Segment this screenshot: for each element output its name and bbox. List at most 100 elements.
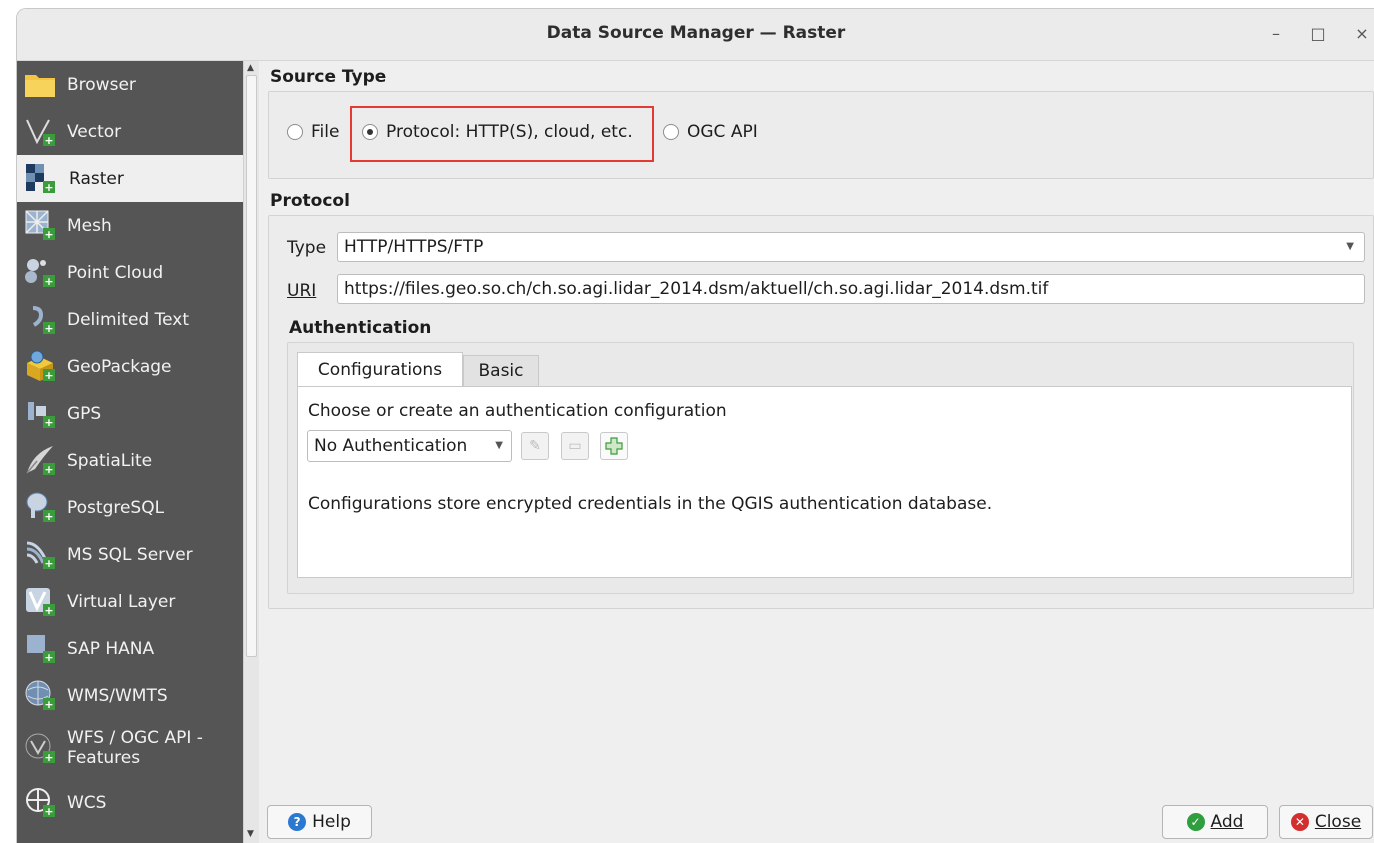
sidebar-item-label: WMS/WMTS <box>67 685 168 706</box>
help-button-label: Help <box>312 812 351 832</box>
sidebar-item-postgresql[interactable]: + PostgreSQL <box>17 484 243 531</box>
close-button-label: Close <box>1314 812 1362 832</box>
edit-auth-button[interactable]: ✎ <box>521 432 549 460</box>
radio-file-label: File <box>311 122 340 142</box>
sidebar-item-wcs[interactable]: + WCS <box>17 779 243 826</box>
chevron-down-icon: ▼ <box>495 440 503 451</box>
auth-info-text: Configurations store encrypted credentia… <box>308 494 993 514</box>
add-button-label: Add <box>1210 812 1244 832</box>
sidebar-item-label: Raster <box>69 168 124 189</box>
sidebar-item-label: MS SQL Server <box>67 544 193 565</box>
point-cloud-icon: + <box>25 259 55 288</box>
minus-icon: ▭ <box>568 438 582 454</box>
scroll-down-arrow-icon[interactable]: ▼ <box>247 829 254 839</box>
radio-protocol-indicator[interactable] <box>362 124 378 140</box>
minimize-button[interactable]: – <box>1265 23 1287 45</box>
add-auth-button[interactable] <box>600 432 628 460</box>
svg-text:+: + <box>44 604 53 617</box>
svg-text:+: + <box>44 275 53 288</box>
uri-value: https://files.geo.so.ch/ch.so.agi.lidar_… <box>344 279 1049 299</box>
sidebar-item-label: Point Cloud <box>67 262 164 283</box>
tab-basic[interactable]: Basic <box>463 355 539 386</box>
svg-text:+: + <box>44 651 53 664</box>
sidebar-item-gps[interactable]: + GPS <box>17 390 243 437</box>
radio-protocol-label: Protocol: HTTP(S), cloud, etc. <box>386 122 633 142</box>
folder-icon <box>25 75 55 97</box>
sidebar-item-label: Virtual Layer <box>67 591 176 612</box>
mesh-icon: + <box>25 210 55 241</box>
sidebar-item-wfs[interactable]: + WFS / OGC API - Features <box>17 719 243 777</box>
sidebar-item-label: Delimited Text <box>67 309 189 330</box>
virtual-layer-icon: + <box>26 588 55 617</box>
sidebar-item-mesh[interactable]: + Mesh <box>17 202 243 249</box>
window-title: Data Source Manager — Raster <box>546 23 846 43</box>
authentication-title: Authentication <box>289 318 432 338</box>
radio-ogc-api-indicator[interactable] <box>663 124 679 140</box>
sidebar-item-label: Browser <box>67 74 136 95</box>
auth-config-value: No Authentication <box>314 436 468 456</box>
sidebar-item-browser[interactable]: Browser <box>17 61 243 108</box>
mssql-icon: + <box>26 541 55 570</box>
sidebar-item-geopackage[interactable]: + GeoPackage <box>17 343 243 390</box>
maximize-button[interactable]: □ <box>1307 23 1329 45</box>
protocol-title: Protocol <box>270 191 350 211</box>
scrollbar-thumb[interactable] <box>246 75 257 657</box>
scroll-up-arrow-icon[interactable]: ▲ <box>247 63 254 73</box>
tab-configurations[interactable]: Configurations <box>297 352 463 386</box>
sidebar-item-ms-sql-server[interactable]: + MS SQL Server <box>17 531 243 578</box>
sidebar-item-spatialite[interactable]: + SpatiaLite <box>17 437 243 484</box>
sidebar-item-vector[interactable]: + Vector <box>17 108 243 155</box>
radio-ogc-api-label: OGC API <box>687 122 758 142</box>
sap-hana-icon: + <box>27 635 55 664</box>
svg-text:+: + <box>44 463 53 476</box>
help-button[interactable]: ? Help <box>267 805 372 839</box>
svg-text:+: + <box>44 557 53 570</box>
sidebar-item-raster[interactable]: + Raster <box>17 155 243 202</box>
close-window-button[interactable]: × <box>1351 23 1373 45</box>
remove-auth-button[interactable]: ▭ <box>561 432 589 460</box>
protocol-type-combo[interactable]: HTTP/HTTPS/FTP ▼ <box>337 232 1365 262</box>
delimited-text-icon: + <box>32 306 55 335</box>
data-source-manager-window: Data Source Manager — Raster – □ × Brows… <box>16 8 1374 843</box>
auth-prompt: Choose or create an authentication confi… <box>308 401 727 421</box>
sidebar-item-label: Mesh <box>67 215 112 236</box>
sidebar-item-sap-hana[interactable]: + SAP HANA <box>17 625 243 672</box>
svg-text:+: + <box>44 228 53 241</box>
chevron-down-icon: ▼ <box>1346 241 1354 252</box>
title-bar: Data Source Manager — Raster – □ × <box>17 9 1374 61</box>
sidebar-scrollbar[interactable]: ▲ ▼ <box>243 61 259 843</box>
gps-icon: + <box>28 402 55 429</box>
svg-text:+: + <box>44 510 53 523</box>
wms-icon: + <box>25 680 55 711</box>
svg-text:+: + <box>44 181 53 194</box>
radio-file[interactable]: File <box>287 122 339 142</box>
sidebar-item-point-cloud[interactable]: + Point Cloud <box>17 249 243 296</box>
add-button[interactable]: ✓ Add <box>1162 805 1268 839</box>
tab-configurations-label: Configurations <box>317 359 443 380</box>
radio-protocol[interactable]: Protocol: HTTP(S), cloud, etc. <box>362 122 633 142</box>
type-label: Type <box>287 238 327 258</box>
check-icon: ✓ <box>1186 813 1205 831</box>
sidebar-item-virtual-layer[interactable]: + Virtual Layer <box>17 578 243 625</box>
svg-text:+: + <box>44 805 53 818</box>
pencil-icon: ✎ <box>529 438 541 454</box>
wfs-icon: + <box>25 733 55 764</box>
close-button[interactable]: ✕ Close <box>1279 805 1373 839</box>
sidebar: Browser + Vector + Raster + Mesh + Point… <box>17 61 243 843</box>
tab-basic-label: Basic <box>478 361 524 381</box>
radio-file-indicator[interactable] <box>287 124 303 140</box>
postgresql-icon: + <box>26 492 55 523</box>
auth-config-select[interactable]: No Authentication ▼ <box>307 430 512 462</box>
sidebar-item-label: GeoPackage <box>67 356 172 377</box>
sidebar-item-label: Vector <box>67 121 122 142</box>
sidebar-item-label: WFS / OGC API - Features <box>67 728 203 768</box>
protocol-type-value: HTTP/HTTPS/FTP <box>344 237 484 257</box>
geopackage-icon: + <box>27 350 55 382</box>
sidebar-item-label: GPS <box>67 403 102 424</box>
uri-input[interactable]: https://files.geo.so.ch/ch.so.agi.lidar_… <box>337 274 1365 304</box>
sidebar-item-wms-wmts[interactable]: + WMS/WMTS <box>17 672 243 719</box>
raster-icon: + <box>26 164 55 194</box>
sidebar-item-delimited-text[interactable]: + Delimited Text <box>17 296 243 343</box>
radio-ogc-api[interactable]: OGC API <box>663 122 758 142</box>
wcs-icon: + <box>26 788 55 818</box>
